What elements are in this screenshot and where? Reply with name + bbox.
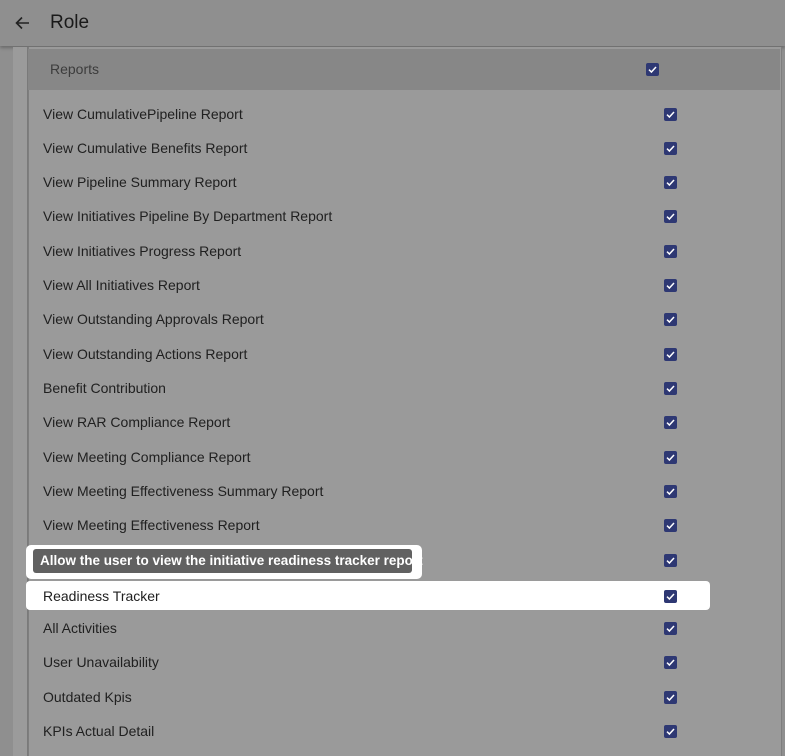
- permission-checkbox[interactable]: [664, 622, 677, 635]
- permission-row: View Cumulative Benefits Report: [28, 133, 708, 163]
- permission-row: KPIs Actual Detail: [28, 716, 708, 746]
- tooltip-text: Allow the user to view the initiative re…: [40, 553, 423, 568]
- permission-checkbox[interactable]: [664, 485, 677, 498]
- permission-row: Readiness Tracker: [26, 581, 710, 610]
- section-label: Reports: [50, 61, 100, 77]
- permission-checkbox[interactable]: [664, 590, 677, 603]
- arrow-left-icon[interactable]: [12, 12, 34, 34]
- permission-row: View Initiatives Progress Report: [28, 236, 708, 266]
- permission-row: View Meeting Compliance Report: [28, 442, 708, 472]
- permission-checkbox[interactable]: [664, 313, 677, 326]
- permission-label: Benefit Contribution: [43, 380, 166, 396]
- permission-checkbox[interactable]: [664, 245, 677, 258]
- permission-checkbox[interactable]: [664, 691, 677, 704]
- section-header-reports: Reports: [28, 49, 780, 90]
- permission-label: User Unavailability: [43, 654, 159, 670]
- permission-label: View Outstanding Approvals Report: [43, 311, 264, 327]
- permission-checkbox[interactable]: [664, 348, 677, 361]
- permission-label: KPIs Actual Detail: [43, 723, 155, 739]
- permission-label: View CumulativePipeline Report: [43, 106, 243, 122]
- permission-checkbox[interactable]: [664, 656, 677, 669]
- permission-checkbox[interactable]: [664, 519, 677, 532]
- permission-label: Readiness Tracker: [43, 588, 160, 604]
- permission-label: View RAR Compliance Report: [43, 414, 231, 430]
- section-select-all-checkbox[interactable]: [646, 63, 659, 76]
- permission-row: View Meeting Effectiveness Report: [28, 510, 708, 540]
- permission-row: View Pipeline Summary Report: [28, 167, 708, 197]
- permission-label: View Pipeline Summary Report: [43, 174, 237, 190]
- left-gutter: [13, 47, 28, 756]
- tooltip: Allow the user to view the initiative re…: [33, 549, 423, 573]
- permission-checkbox[interactable]: [664, 382, 677, 395]
- permission-checkbox[interactable]: [664, 451, 677, 464]
- permission-checkbox[interactable]: [664, 210, 677, 223]
- permission-label: View All Initiatives Report: [43, 277, 200, 293]
- permission-row: Benefit Contribution: [28, 373, 708, 403]
- permission-row: View CumulativePipeline Report: [28, 99, 708, 129]
- permission-label: Outdated Kpis: [43, 689, 132, 705]
- permission-checkbox[interactable]: [664, 279, 677, 292]
- permission-label: View Outstanding Actions Report: [43, 346, 248, 362]
- permission-row: User Unavailability: [28, 647, 708, 677]
- permission-checkbox[interactable]: [664, 176, 677, 189]
- permission-checkbox[interactable]: [664, 142, 677, 155]
- permission-row: View Initiatives Pipeline By Department …: [28, 201, 708, 231]
- permission-row: All Activities: [28, 613, 708, 643]
- permission-row: View Meeting Effectiveness Summary Repor…: [28, 476, 708, 506]
- permission-label: View Cumulative Benefits Report: [43, 140, 248, 156]
- permission-label: View Meeting Compliance Report: [43, 449, 251, 465]
- permission-label: View Initiatives Pipeline By Department …: [43, 208, 333, 224]
- page-title: Role: [50, 12, 90, 33]
- permission-checkbox[interactable]: [664, 725, 677, 738]
- permission-row: View Outstanding Actions Report: [28, 339, 708, 369]
- permission-checkbox[interactable]: [664, 108, 677, 121]
- permission-row: View Outstanding Approvals Report: [28, 304, 708, 334]
- permission-label: View Meeting Effectiveness Report: [43, 517, 260, 533]
- permission-label: View Initiatives Progress Report: [43, 243, 242, 259]
- permission-checkbox[interactable]: [664, 554, 677, 567]
- permission-row: Outdated Kpis: [28, 682, 708, 712]
- permission-row: View RAR Compliance Report: [28, 407, 708, 437]
- permission-row: View All Initiatives Report: [28, 270, 708, 300]
- permission-label: View Meeting Effectiveness Summary Repor…: [43, 483, 324, 499]
- permission-checkbox[interactable]: [664, 416, 677, 429]
- permission-label: All Activities: [43, 620, 117, 636]
- top-app-bar: Role: [0, 0, 785, 46]
